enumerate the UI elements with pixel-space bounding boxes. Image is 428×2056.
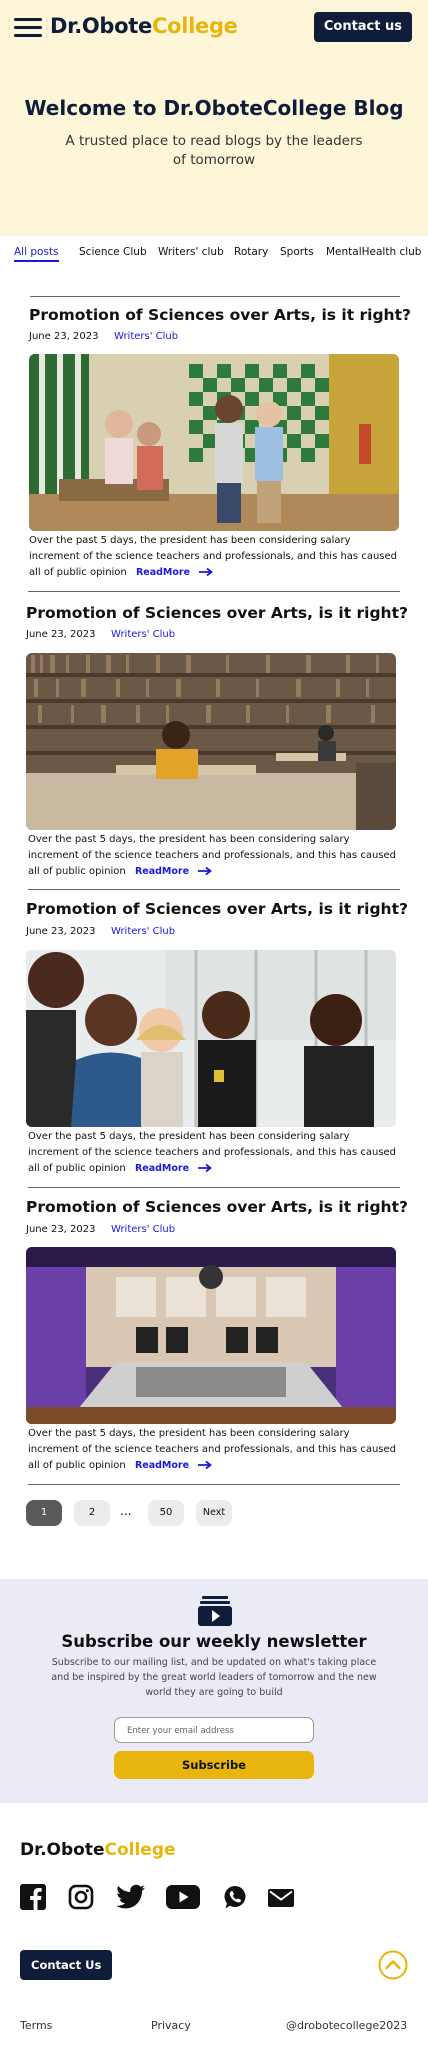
- page-button-1[interactable]: 1: [26, 1500, 62, 1526]
- readmore-link[interactable]: ReadMore: [135, 1460, 189, 1471]
- arrow-up-icon[interactable]: [378, 1950, 408, 1980]
- tab-sports[interactable]: Sports: [280, 246, 314, 258]
- footer-contact-button[interactable]: Contact Us: [20, 1950, 113, 1980]
- library-photo: [26, 653, 396, 830]
- category-tabs: All posts Science Club Writers' club Rot…: [0, 246, 428, 266]
- post-club[interactable]: Writers' Club: [111, 926, 175, 937]
- post-title[interactable]: Promotion of Sciences over Arts, is it r…: [26, 1198, 408, 1216]
- arrow-right-icon[interactable]: [198, 867, 213, 875]
- readmore-link[interactable]: ReadMore: [135, 866, 189, 877]
- post-club[interactable]: Writers' Club: [111, 629, 175, 640]
- logo-college: College: [151, 14, 238, 38]
- tab-mentalhealth-club[interactable]: MentalHealth club: [326, 246, 421, 258]
- newsletter-icon: [198, 1596, 232, 1626]
- mail-icon[interactable]: [268, 1889, 294, 1907]
- classroom-photo: [29, 354, 399, 531]
- facebook-icon[interactable]: [20, 1884, 46, 1910]
- post-meta: June 23, 2023 Writers' Club: [26, 1224, 175, 1235]
- footer-logo-college: College: [104, 1840, 176, 1860]
- logo-dr: Dr.Obote: [50, 14, 152, 38]
- top-bar: Dr.OboteCollege Contact us: [0, 0, 428, 54]
- page-button-2[interactable]: 2: [74, 1500, 110, 1526]
- divider: [28, 591, 400, 592]
- divider: [28, 889, 400, 890]
- instagram-icon[interactable]: [68, 1884, 94, 1910]
- social-handle: @drobotecollege2023: [286, 2019, 408, 2032]
- tab-writers-club[interactable]: Writers' club: [158, 246, 224, 258]
- tab-science-club[interactable]: Science Club: [79, 246, 147, 258]
- post-meta: June 23, 2023 Writers' Club: [29, 331, 178, 342]
- newsletter-title: Subscribe our weekly newsletter: [61, 1632, 367, 1651]
- terms-link[interactable]: Terms: [20, 2019, 52, 2032]
- footer-logo[interactable]: Dr.OboteCollege: [20, 1840, 176, 1860]
- post-image-studio[interactable]: [26, 1247, 396, 1424]
- post-meta: June 23, 2023 Writers' Club: [26, 926, 175, 937]
- hero-title: Welcome to Dr.OboteCollege Blog: [24, 96, 404, 120]
- post-meta: June 23, 2023 Writers' Club: [26, 629, 175, 640]
- page-button-50[interactable]: 50: [148, 1500, 184, 1526]
- post-title[interactable]: Promotion of Sciences over Arts, is it r…: [26, 604, 408, 622]
- twitter-icon[interactable]: [116, 1884, 146, 1910]
- privacy-link[interactable]: Privacy: [151, 2019, 191, 2032]
- studio-photo: [26, 1247, 396, 1424]
- site-logo[interactable]: Dr.OboteCollege: [50, 14, 238, 38]
- newsletter-description: Subscribe to our mailing list, and be up…: [51, 1657, 377, 1698]
- post-image-library[interactable]: [26, 653, 396, 830]
- post-date: June 23, 2023: [26, 926, 96, 937]
- footer-logo-dr: Dr.Obote: [20, 1840, 105, 1860]
- divider: [28, 1187, 400, 1188]
- tab-all-posts[interactable]: All posts: [14, 246, 59, 262]
- whatsapp-icon[interactable]: [222, 1884, 248, 1910]
- menu-icon[interactable]: [14, 18, 42, 38]
- post-excerpt: Over the past 5 days, the president has …: [28, 1129, 400, 1177]
- email-field[interactable]: Enter your email address: [114, 1717, 314, 1743]
- post-excerpt: Over the past 5 days, the president has …: [29, 533, 401, 581]
- subscribe-button[interactable]: Subscribe: [114, 1751, 314, 1779]
- hero-subtitle: A trusted place to read blogs by the lea…: [65, 133, 363, 168]
- post-club[interactable]: Writers' Club: [114, 331, 178, 342]
- next-page-button[interactable]: Next: [196, 1500, 232, 1526]
- post-image-students[interactable]: [26, 950, 396, 1127]
- readmore-link[interactable]: ReadMore: [135, 1163, 189, 1174]
- post-date: June 23, 2023: [26, 1224, 96, 1235]
- tab-rotary[interactable]: Rotary: [234, 246, 268, 258]
- youtube-icon[interactable]: [166, 1884, 200, 1910]
- arrow-right-icon[interactable]: [199, 568, 214, 576]
- contact-us-button[interactable]: Contact us: [313, 12, 412, 42]
- post-title[interactable]: Promotion of Sciences over Arts, is it r…: [26, 900, 408, 918]
- divider: [30, 296, 400, 297]
- arrow-right-icon[interactable]: [198, 1461, 213, 1469]
- students-photo: [26, 950, 396, 1127]
- divider: [28, 1484, 400, 1485]
- post-date: June 23, 2023: [29, 331, 99, 342]
- post-date: June 23, 2023: [26, 629, 96, 640]
- readmore-link[interactable]: ReadMore: [136, 567, 190, 578]
- post-title[interactable]: Promotion of Sciences over Arts, is it r…: [29, 306, 411, 324]
- post-image-classroom[interactable]: [29, 354, 399, 531]
- post-excerpt: Over the past 5 days, the president has …: [28, 832, 400, 880]
- post-club[interactable]: Writers' Club: [111, 1224, 175, 1235]
- arrow-right-icon[interactable]: [198, 1164, 213, 1172]
- post-excerpt: Over the past 5 days, the president has …: [28, 1426, 400, 1474]
- page-ellipsis: ...: [120, 1504, 132, 1518]
